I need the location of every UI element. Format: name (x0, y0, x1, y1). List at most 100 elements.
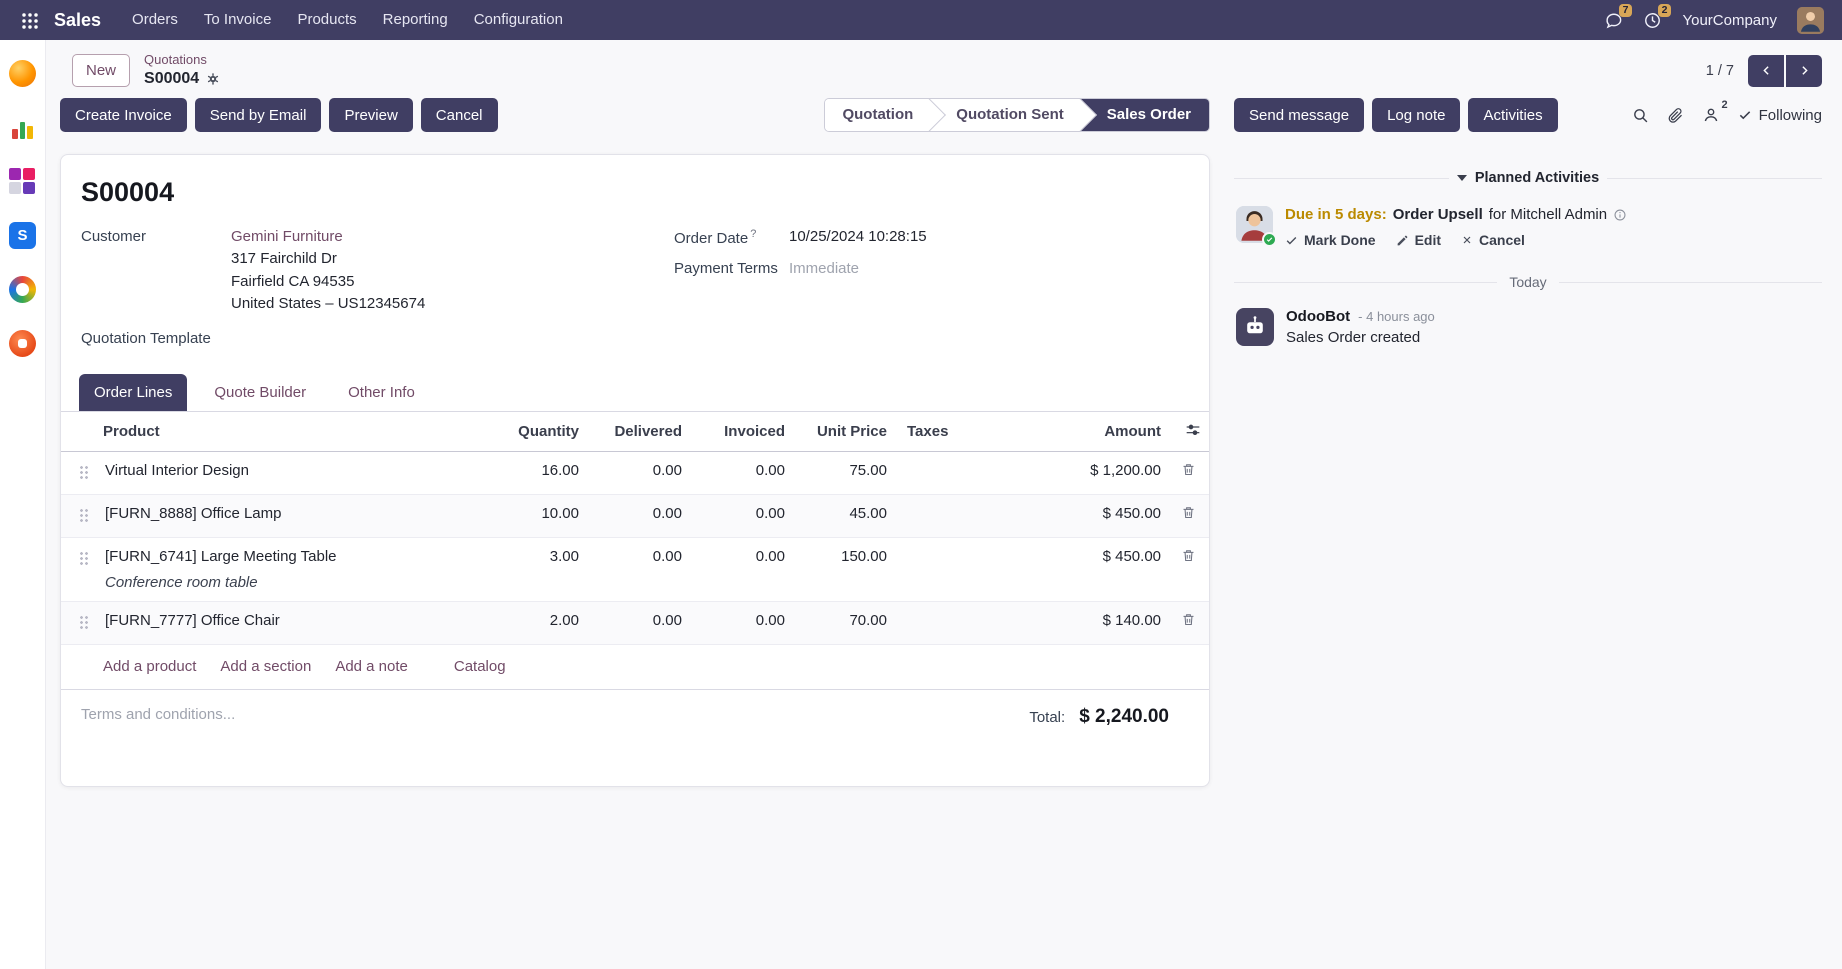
payment-terms-field[interactable]: Immediate (789, 260, 859, 277)
taxes-cell[interactable] (893, 494, 1045, 537)
drag-handle[interactable] (79, 508, 89, 523)
messages-button[interactable]: 7 (1604, 0, 1623, 40)
drag-handle[interactable] (79, 551, 89, 566)
unit-price-cell[interactable]: 45.00 (791, 494, 893, 537)
send-by-email-button[interactable]: Send by Email (195, 98, 322, 132)
catalog-link[interactable]: Catalog (454, 658, 506, 675)
quantity-cell[interactable]: 10.00 (485, 494, 585, 537)
mark-done-button[interactable]: Mark Done (1285, 232, 1376, 248)
browser-app-icon[interactable] (9, 60, 36, 87)
product-note[interactable]: Conference room table (105, 574, 479, 591)
menu-products[interactable]: Products (284, 0, 369, 40)
activities-schedule-button[interactable]: Activities (1468, 98, 1557, 132)
record-pager: 1 / 7 (1706, 55, 1822, 87)
order-date-field[interactable]: 10/25/2024 10:28:15 (789, 228, 927, 247)
preview-button[interactable]: Preview (329, 98, 412, 132)
delivered-cell[interactable]: 0.00 (585, 601, 688, 644)
delivered-cell[interactable]: 0.00 (585, 537, 688, 601)
column-header-invoiced[interactable]: Invoiced (688, 412, 791, 452)
apps-menu-button[interactable] (14, 0, 44, 40)
product-cell[interactable]: [FURN_8888] Office Lamp (105, 505, 281, 522)
message-author[interactable]: OdooBot (1286, 308, 1350, 325)
edit-activity-button[interactable]: Edit (1396, 232, 1441, 248)
status-step-sales-order[interactable]: Sales Order (1080, 99, 1209, 131)
menu-configuration[interactable]: Configuration (461, 0, 576, 40)
create-invoice-button[interactable]: Create Invoice (60, 98, 187, 132)
invoiced-cell[interactable]: 0.00 (688, 451, 791, 494)
invoiced-cell[interactable]: 0.00 (688, 537, 791, 601)
product-cell[interactable]: [FURN_6741] Large Meeting Table (105, 548, 337, 565)
media-player-app-icon[interactable] (9, 330, 36, 357)
menu-orders[interactable]: Orders (119, 0, 191, 40)
product-cell[interactable]: [FURN_7777] Office Chair (105, 612, 280, 629)
delete-line-button[interactable] (1181, 612, 1196, 627)
followers-button[interactable]: 2 (1702, 106, 1720, 124)
planned-activities-header[interactable]: Planned Activities (1234, 170, 1822, 186)
unit-price-cell[interactable]: 75.00 (791, 451, 893, 494)
check-icon (1738, 108, 1752, 122)
table-header-row: Product Quantity Delivered Invoiced Unit… (61, 412, 1209, 452)
add-a-product-link[interactable]: Add a product (103, 658, 196, 675)
status-step-quotation[interactable]: Quotation (825, 99, 929, 131)
column-header-product[interactable]: Product (99, 412, 485, 452)
column-header-quantity[interactable]: Quantity (485, 412, 585, 452)
breadcrumb-quotations-link[interactable]: Quotations (144, 53, 220, 68)
color-wheel-app-icon[interactable] (9, 276, 36, 303)
gallery-app-icon[interactable] (9, 168, 36, 195)
optional-columns-button[interactable] (1185, 422, 1201, 438)
column-header-unit-price[interactable]: Unit Price (791, 412, 893, 452)
analytics-app-icon[interactable] (9, 114, 36, 141)
taxes-cell[interactable] (893, 451, 1045, 494)
column-header-delivered[interactable]: Delivered (585, 412, 688, 452)
customer-value-link[interactable]: Gemini Furniture (231, 228, 343, 245)
record-settings-gear-icon[interactable] (206, 72, 220, 86)
delete-line-button[interactable] (1181, 505, 1196, 520)
column-header-taxes[interactable]: Taxes (893, 412, 1045, 452)
tab-quote-builder[interactable]: Quote Builder (199, 374, 321, 411)
invoiced-cell[interactable]: 0.00 (688, 601, 791, 644)
taxes-cell[interactable] (893, 537, 1045, 601)
invoiced-cell[interactable]: 0.00 (688, 494, 791, 537)
activities-button[interactable]: 2 (1643, 0, 1662, 40)
list-footer-links: Add a product Add a section Add a note C… (61, 645, 1209, 690)
taxes-cell[interactable] (893, 601, 1045, 644)
tab-order-lines[interactable]: Order Lines (79, 374, 187, 411)
search-message-button[interactable] (1632, 107, 1649, 124)
add-a-section-link[interactable]: Add a section (220, 658, 311, 675)
drag-handle[interactable] (79, 615, 89, 630)
info-icon[interactable] (1613, 208, 1627, 222)
unit-price-cell[interactable]: 150.00 (791, 537, 893, 601)
quantity-cell[interactable]: 16.00 (485, 451, 585, 494)
tab-other-info[interactable]: Other Info (333, 374, 430, 411)
pager-previous-button[interactable] (1748, 55, 1784, 87)
delivered-cell[interactable]: 0.00 (585, 494, 688, 537)
menu-to-invoice[interactable]: To Invoice (191, 0, 285, 40)
company-menu[interactable]: YourCompany (1682, 12, 1777, 29)
unit-price-cell[interactable]: 70.00 (791, 601, 893, 644)
top-navbar: Sales Orders To Invoice Products Reporti… (0, 0, 1842, 40)
pager-next-button[interactable] (1786, 55, 1822, 87)
cancel-activity-button[interactable]: Cancel (1461, 232, 1525, 248)
delete-line-button[interactable] (1181, 462, 1196, 477)
log-note-button[interactable]: Log note (1372, 98, 1460, 132)
quantity-cell[interactable]: 3.00 (485, 537, 585, 601)
new-button[interactable]: New (72, 54, 130, 87)
attachments-button[interactable] (1667, 107, 1684, 124)
customer-label: Customer (81, 228, 231, 245)
app-brand-sales[interactable]: Sales (54, 10, 101, 31)
status-step-quotation-sent[interactable]: Quotation Sent (929, 99, 1080, 131)
send-message-button[interactable]: Send message (1234, 98, 1364, 132)
quantity-cell[interactable]: 2.00 (485, 601, 585, 644)
blue-app-icon[interactable]: S (9, 222, 36, 249)
terms-and-conditions-input[interactable]: Terms and conditions... (81, 706, 235, 723)
user-avatar[interactable] (1797, 7, 1824, 34)
drag-handle[interactable] (79, 465, 89, 480)
menu-reporting[interactable]: Reporting (370, 0, 461, 40)
cancel-order-button[interactable]: Cancel (421, 98, 498, 132)
add-a-note-link[interactable]: Add a note (335, 658, 408, 675)
product-cell[interactable]: Virtual Interior Design (105, 462, 249, 479)
delivered-cell[interactable]: 0.00 (585, 451, 688, 494)
column-header-amount[interactable]: Amount (1045, 412, 1167, 452)
delete-line-button[interactable] (1181, 548, 1196, 563)
following-toggle-button[interactable]: Following (1738, 107, 1822, 124)
